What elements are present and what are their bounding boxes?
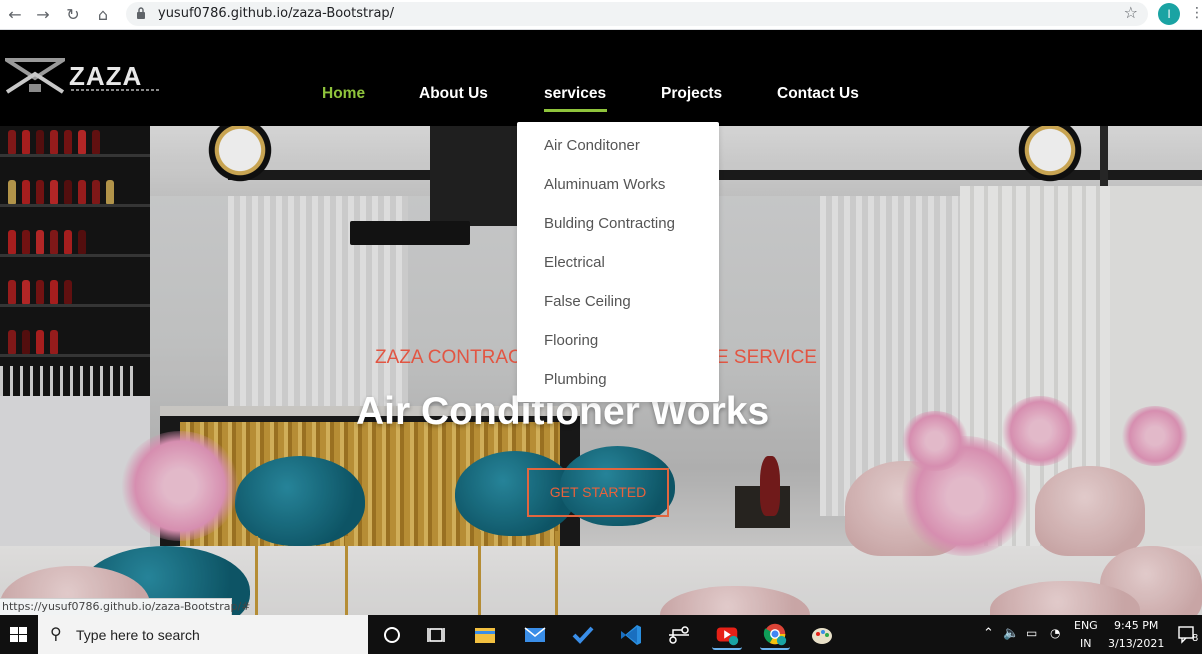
home-icon[interactable]: ⌂ [92, 4, 114, 26]
taskbar-search[interactable]: ⚲ Type here to search [38, 615, 368, 654]
site-header: ZAZA Home About Us services Projects Con… [0, 30, 1202, 126]
mail-icon[interactable] [520, 620, 550, 650]
dropdown-item-air-conditoner[interactable]: Air Conditoner [544, 137, 640, 154]
dropdown-item-plumbing[interactable]: Plumbing [544, 371, 607, 388]
lock-icon [137, 7, 145, 19]
tray-chevron-icon[interactable]: ⌃ [983, 626, 994, 641]
search-icon: ⚲ [50, 624, 62, 643]
dropdown-item-aluminuam-works[interactable]: Aluminuam Works [544, 176, 665, 193]
vscode-icon[interactable] [616, 620, 646, 650]
youtube-icon[interactable] [712, 620, 742, 650]
dropdown-item-flooring[interactable]: Flooring [544, 332, 598, 349]
nav-contact-us[interactable]: Contact Us [777, 85, 859, 103]
nav-about-us[interactable]: About Us [419, 85, 488, 103]
link-preview-status: https://yusuf0786.github.io/zaza-Bootstr… [0, 598, 251, 615]
dropdown-item-false-ceiling[interactable]: False Ceiling [544, 293, 631, 310]
speaker-icon[interactable]: 🔈 [1003, 626, 1019, 641]
bookmark-star-icon[interactable]: ☆ [1124, 3, 1138, 22]
dropdown-item-electrical[interactable]: Electrical [544, 254, 605, 271]
site-logo[interactable]: ZAZA [5, 58, 165, 98]
logo-mark-icon [5, 58, 65, 94]
wifi-icon[interactable]: ◔ [1050, 626, 1060, 640]
dropdown-item-bulding-contracting[interactable]: Bulding Contracting [544, 215, 675, 232]
cortana-icon[interactable] [378, 620, 408, 650]
file-explorer-icon[interactable] [470, 620, 500, 650]
task-view-icon[interactable] [422, 620, 452, 650]
clock-time[interactable]: 9:45 PM [1114, 619, 1158, 632]
browser-toolbar: ← → ↻ ⌂ yusuf0786.github.io/zaza-Bootstr… [0, 0, 1202, 30]
todo-icon[interactable] [568, 620, 598, 650]
profile-avatar[interactable]: I [1158, 3, 1180, 25]
battery-icon[interactable]: ▭ [1026, 626, 1037, 640]
language-top[interactable]: ENG [1074, 619, 1098, 632]
logo-tagline [71, 89, 161, 91]
url-text: yusuf0786.github.io/zaza-Bootstrap/ [158, 6, 395, 21]
chrome-icon[interactable] [760, 620, 790, 650]
language-bottom[interactable]: IN [1080, 637, 1091, 650]
paint-icon[interactable] [808, 620, 838, 650]
reload-icon[interactable]: ↻ [62, 4, 84, 26]
forward-icon[interactable]: → [32, 4, 54, 26]
nav-services[interactable]: services [544, 85, 606, 103]
services-dropdown: Air Conditoner Aluminuam Works Bulding C… [517, 122, 719, 402]
nav-projects[interactable]: Projects [661, 85, 722, 103]
nav-services-underline [544, 109, 607, 112]
windows-taskbar: ⚲ Type here to search ⌃ 🔈 ▭ ◔ ENG IN 9:4… [0, 615, 1202, 654]
clock-date[interactable]: 3/13/2021 [1108, 637, 1164, 650]
browser-menu-icon[interactable]: ⋮ [1190, 5, 1202, 21]
windows-start-icon[interactable] [0, 615, 38, 654]
notification-count: 8 [1192, 633, 1199, 644]
search-placeholder: Type here to search [76, 627, 200, 643]
address-bar[interactable]: yusuf0786.github.io/zaza-Bootstrap/ ☆ [126, 2, 1148, 26]
logo-text: ZAZA [69, 61, 143, 91]
git-graph-icon[interactable] [664, 620, 694, 650]
nav-home[interactable]: Home [322, 85, 365, 103]
back-icon[interactable]: ← [4, 4, 26, 26]
get-started-button[interactable]: GET STARTED [527, 468, 669, 517]
